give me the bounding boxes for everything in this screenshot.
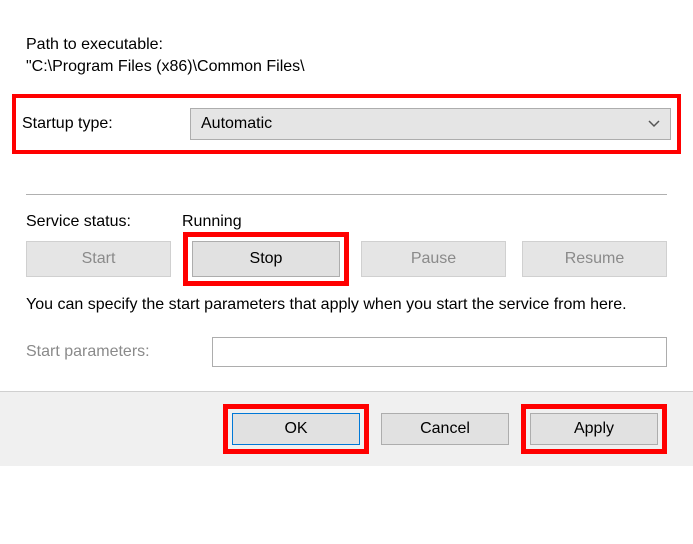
start-parameters-description: You can specify the start parameters tha…: [26, 293, 667, 317]
apply-button[interactable]: Apply: [530, 413, 658, 445]
ok-button-highlight: OK: [223, 404, 369, 454]
section-divider: [26, 194, 667, 195]
ok-button[interactable]: OK: [232, 413, 360, 445]
startup-type-label: Startup type:: [22, 115, 190, 133]
resume-button: Resume: [522, 241, 667, 277]
start-button: Start: [26, 241, 171, 277]
start-parameters-input: [212, 337, 667, 367]
service-status-value: Running: [182, 213, 242, 231]
service-status-label: Service status:: [26, 213, 182, 231]
pause-button: Pause: [361, 241, 506, 277]
dialog-button-bar: OK Cancel Apply: [0, 391, 693, 466]
path-to-executable-value: "C:\Program Files (x86)\Common Files\: [26, 58, 667, 76]
startup-type-select[interactable]: Automatic: [190, 108, 671, 140]
startup-type-selected: Automatic: [201, 115, 272, 133]
start-parameters-label: Start parameters:: [26, 343, 212, 361]
cancel-button[interactable]: Cancel: [381, 413, 509, 445]
apply-button-highlight: Apply: [521, 404, 667, 454]
stop-button-highlight: Stop: [183, 232, 349, 286]
path-to-executable-label: Path to executable:: [26, 36, 667, 54]
startup-type-row: Startup type: Automatic: [12, 94, 681, 154]
stop-button[interactable]: Stop: [192, 241, 340, 277]
chevron-down-icon: [648, 120, 660, 128]
